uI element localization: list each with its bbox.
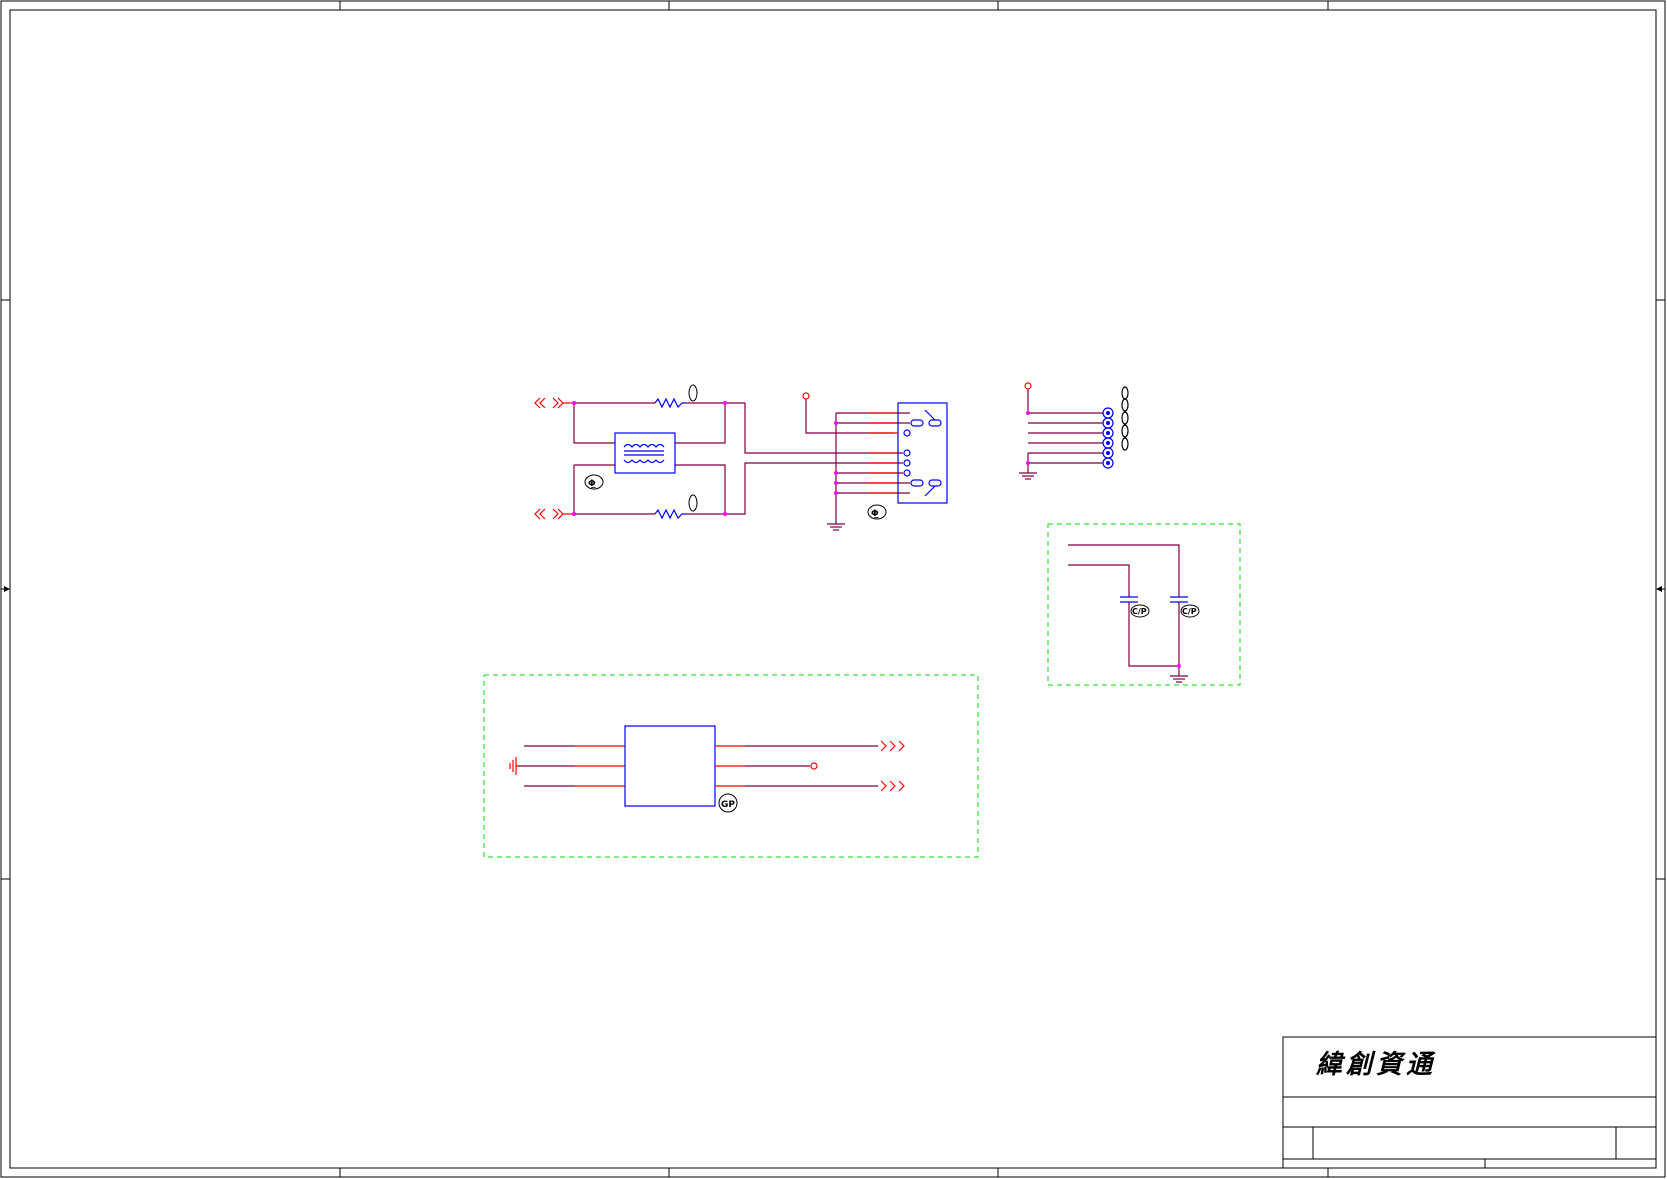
regulator-tag-text: GP bbox=[721, 800, 735, 810]
capacitor-2 bbox=[1170, 596, 1188, 603]
transformer-coils bbox=[623, 443, 665, 464]
company-name: 緯創資通 bbox=[1315, 1050, 1436, 1080]
sheet-frame bbox=[0, 0, 1666, 1178]
capacitor-circuit bbox=[1068, 544, 1188, 683]
tag-resistor-top bbox=[688, 384, 698, 402]
schematic-sheet: 緯創資通 Φ̲ Φ̲ C/P C/P GP bbox=[0, 0, 1666, 1178]
tag-resistor-bottom bbox=[688, 494, 698, 512]
ground-symbol-header bbox=[1019, 472, 1037, 480]
center-arrow-right bbox=[1656, 586, 1665, 592]
center-arrow-left bbox=[1, 586, 10, 592]
input-port-arrow-top bbox=[534, 397, 564, 409]
magnetics-circuit bbox=[534, 397, 838, 520]
tag-connector: Φ̲ bbox=[867, 504, 887, 520]
cap-tag-1-text: C/P bbox=[1132, 607, 1147, 616]
ground-symbol-regulator bbox=[509, 757, 517, 775]
regulator-chip bbox=[624, 725, 716, 807]
cap-tag-2-text: C/P bbox=[1182, 607, 1197, 616]
regulator-circuit bbox=[509, 725, 905, 807]
junctions-magnetics bbox=[572, 401, 727, 516]
junction-caps bbox=[1177, 664, 1181, 668]
resistor-top bbox=[654, 397, 686, 409]
transformer-body bbox=[614, 432, 676, 474]
output-port-arrow-top bbox=[880, 740, 905, 752]
tag-regulator: GP bbox=[718, 793, 738, 813]
pin-header bbox=[1019, 382, 1129, 480]
output-port-arrow-bottom bbox=[880, 780, 905, 792]
tag-cap-1: C/P bbox=[1130, 604, 1150, 618]
ground-symbol-caps bbox=[1170, 675, 1188, 683]
tag-cap-2: C/P bbox=[1180, 604, 1200, 618]
ground-symbol-rj45 bbox=[827, 520, 845, 531]
capacitor-1 bbox=[1120, 596, 1138, 603]
tag-transformer: Φ̲ bbox=[584, 474, 604, 490]
resistor-bottom bbox=[654, 508, 686, 520]
input-port-arrow-bottom bbox=[534, 508, 564, 520]
rj45-body bbox=[897, 402, 948, 504]
connector-tag-text: Φ̲ bbox=[871, 509, 879, 519]
transformer-tag-text: Φ̲ bbox=[588, 479, 596, 489]
capacitor-group-box bbox=[1047, 523, 1241, 686]
